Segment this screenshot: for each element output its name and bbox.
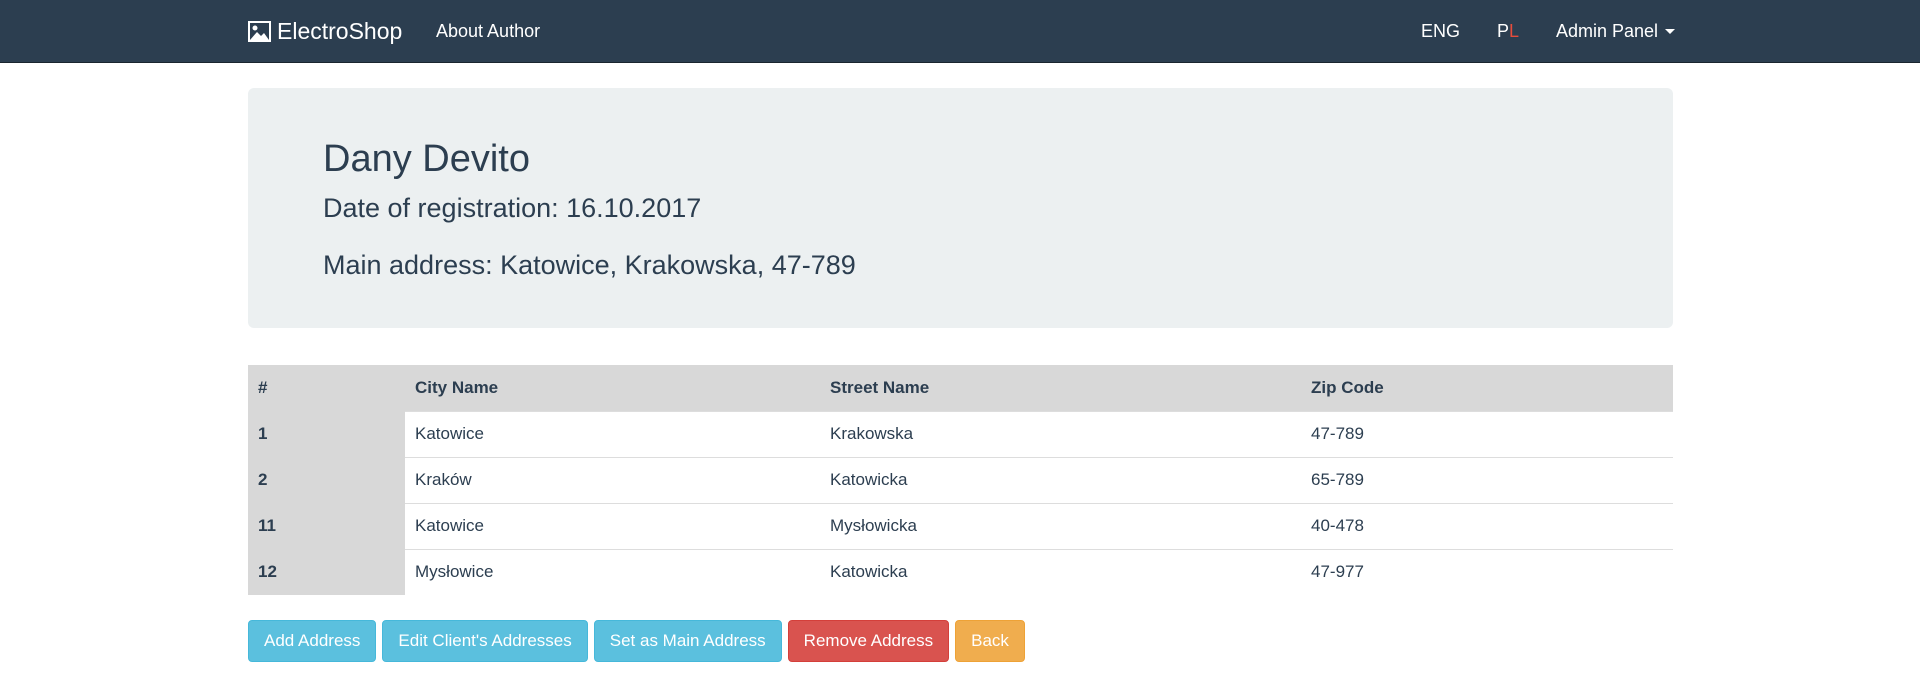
registration-date: Date of registration: 16.10.2017	[323, 193, 702, 223]
cell-city: Kraków	[405, 456, 820, 503]
admin-panel-dropdown[interactable]: Admin Panel	[1556, 0, 1676, 63]
brand-link[interactable]: ElectroShop	[248, 0, 402, 63]
cell-index: 12	[248, 549, 405, 595]
caret-down-icon	[1665, 29, 1676, 34]
table-row[interactable]: 1 Katowice Krakowska 47-789	[248, 410, 1673, 457]
back-button[interactable]: Back	[955, 620, 1025, 662]
cell-street: Katowicka	[820, 548, 1301, 595]
cell-city: Katowice	[405, 502, 820, 549]
lang-pl-l: L	[1509, 21, 1520, 41]
cell-city: Katowice	[405, 410, 820, 457]
column-header-street: Street Name	[820, 365, 1301, 411]
lang-pl-link[interactable]: PL	[1497, 0, 1519, 63]
lang-pl-p: P	[1497, 21, 1510, 41]
column-header-zip: Zip Code	[1301, 365, 1673, 411]
cell-street: Mysłowicka	[820, 502, 1301, 549]
client-name: Dany Devito	[323, 138, 530, 180]
main-address: Main address: Katowice, Krakowska, 47-78…	[323, 250, 856, 280]
column-header-index: #	[248, 365, 405, 411]
cell-index: 11	[248, 503, 405, 549]
action-buttons: Add Address Edit Client's Addresses Set …	[248, 620, 1025, 662]
edit-addresses-button[interactable]: Edit Client's Addresses	[382, 620, 588, 662]
cell-city: Mysłowice	[405, 548, 820, 595]
client-info-panel: Dany Devito Date of registration: 16.10.…	[248, 88, 1673, 328]
cell-zip: 47-977	[1301, 548, 1673, 595]
table-row[interactable]: 11 Katowice Mysłowicka 40-478	[248, 502, 1673, 549]
table-row[interactable]: 12 Mysłowice Katowicka 47-977	[248, 548, 1673, 595]
image-icon	[248, 21, 271, 42]
cell-zip: 40-478	[1301, 502, 1673, 549]
set-main-address-button[interactable]: Set as Main Address	[593, 620, 782, 662]
add-address-button[interactable]: Add Address	[248, 620, 377, 662]
cell-street: Krakowska	[820, 410, 1301, 457]
remove-address-button[interactable]: Remove Address	[787, 620, 950, 662]
cell-zip: 47-789	[1301, 410, 1673, 457]
brand-label: ElectroShop	[277, 18, 403, 44]
nav-about-author[interactable]: About Author	[436, 0, 540, 63]
cell-index: 1	[248, 411, 405, 457]
navbar: ElectroShop About Author ENG PL Admin Pa…	[0, 0, 1920, 63]
cell-street: Katowicka	[820, 456, 1301, 503]
admin-panel-label: Admin Panel	[1556, 21, 1659, 41]
table-header-row: # City Name Street Name Zip Code	[248, 365, 1673, 411]
column-header-city: City Name	[405, 365, 820, 411]
cell-index: 2	[248, 457, 405, 503]
lang-eng-link[interactable]: ENG	[1421, 0, 1460, 63]
table-row[interactable]: 2 Kraków Katowicka 65-789	[248, 456, 1673, 503]
address-table: # City Name Street Name Zip Code 1 Katow…	[248, 365, 1673, 595]
cell-zip: 65-789	[1301, 456, 1673, 503]
